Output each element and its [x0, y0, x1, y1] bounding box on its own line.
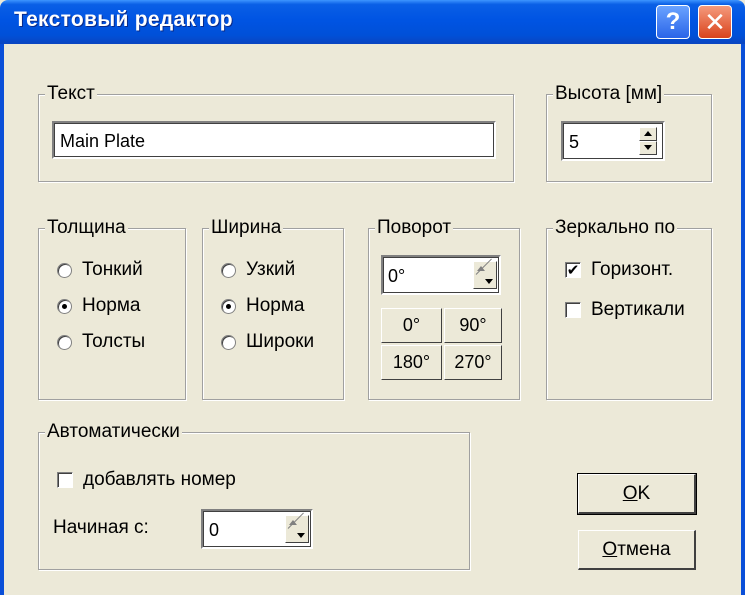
help-button[interactable]: ?	[656, 5, 690, 39]
width-group-legend: Ширина	[209, 217, 284, 239]
rotate-270-button[interactable]: 270°	[444, 345, 502, 380]
cancel-label-rest: тмена	[617, 538, 671, 560]
spin-down-arrow-icon	[297, 533, 305, 538]
radio-button[interactable]	[57, 334, 72, 350]
mirror-horizontal-checkbox[interactable]: ✔ Горизонт.	[565, 259, 673, 281]
mirror-group: Зеркально по ✔ Горизонт. Вертикали	[546, 217, 712, 400]
window-title: Текстовый редактор	[14, 8, 233, 31]
thickness-option-normal[interactable]: Норма	[57, 295, 140, 317]
rotation-group-legend: Поворот	[375, 217, 454, 239]
close-icon: ✕	[704, 6, 726, 37]
height-field-frame	[561, 121, 665, 161]
height-group: Высота [мм]	[546, 83, 712, 182]
cancel-button[interactable]: Отмена	[578, 530, 696, 570]
radio-button[interactable]	[221, 298, 236, 314]
height-group-legend: Высота [мм]	[553, 83, 665, 105]
text-group: Текст	[38, 83, 514, 182]
radio-button[interactable]	[57, 262, 72, 278]
start-from-label: Начиная с:	[53, 517, 149, 538]
option-label: Узкий	[246, 259, 296, 280]
checkbox-empty-icon[interactable]	[565, 302, 581, 318]
width-group: Ширина Узкий Норма Широки	[202, 217, 344, 400]
mirror-vertical-checkbox[interactable]: Вертикали	[565, 299, 685, 321]
cancel-mnemonic: О	[602, 538, 618, 560]
option-label: Широки	[246, 331, 315, 352]
auto-group: Автоматически добавлять номер Начиная с:	[38, 421, 470, 570]
auto-group-legend: Автоматически	[45, 421, 182, 443]
ok-label-rest: K	[637, 482, 651, 504]
option-label: Норма	[246, 295, 305, 316]
title-bar[interactable]: Текстовый редактор ? ✕	[0, 0, 745, 44]
close-button[interactable]: ✕	[698, 5, 732, 39]
rotation-group: Поворот 0° 90° 180° 270°	[368, 217, 520, 400]
height-input[interactable]	[569, 130, 629, 154]
option-label: Горизонт.	[591, 259, 674, 280]
start-from-input[interactable]	[209, 518, 271, 542]
radio-button[interactable]	[221, 334, 236, 350]
checkbox-checked-icon[interactable]: ✔	[565, 262, 581, 278]
height-spin-up-button[interactable]	[639, 127, 657, 141]
thickness-option-thick[interactable]: Толсты	[57, 331, 145, 353]
radio-button[interactable]	[221, 262, 236, 278]
width-option-wide[interactable]: Широки	[221, 331, 314, 353]
window-frame-right	[741, 44, 745, 595]
text-field-frame	[52, 121, 496, 159]
ok-mnemonic: O	[622, 482, 638, 504]
text-editor-dialog: Текстовый редактор ? ✕ Текст Высота [мм]…	[0, 0, 745, 595]
width-option-narrow[interactable]: Узкий	[221, 259, 295, 281]
text-input[interactable]	[60, 129, 490, 153]
spin-down-arrow-icon	[485, 279, 493, 284]
height-spin-down-button[interactable]	[639, 141, 657, 155]
width-option-normal[interactable]: Норма	[221, 295, 304, 317]
option-label: Норма	[82, 295, 141, 316]
rotation-input[interactable]	[388, 264, 468, 288]
thickness-option-thin[interactable]: Тонкий	[57, 259, 143, 281]
window-frame-left	[0, 44, 4, 595]
start-from-field-frame	[201, 509, 313, 549]
help-icon: ?	[665, 8, 681, 35]
radio-button[interactable]	[57, 298, 72, 314]
rotation-spinner[interactable]	[473, 258, 497, 289]
checkbox-empty-icon[interactable]	[57, 472, 73, 488]
height-spinner	[639, 127, 657, 155]
start-from-spinner[interactable]	[285, 512, 309, 543]
add-number-checkbox[interactable]: добавлять номер	[57, 469, 236, 491]
thickness-group-legend: Толщина	[45, 217, 128, 239]
mirror-group-legend: Зеркально по	[553, 217, 678, 239]
rotate-180-button[interactable]: 180°	[381, 345, 442, 380]
rotate-90-button[interactable]: 90°	[444, 308, 502, 343]
option-label: Тонкий	[82, 259, 143, 280]
thickness-group: Толщина Тонкий Норма Толсты	[38, 217, 186, 400]
text-group-legend: Текст	[45, 83, 97, 105]
add-number-label: добавлять номер	[83, 469, 236, 490]
option-label: Толсты	[82, 331, 146, 352]
ok-button[interactable]: OK	[577, 473, 697, 515]
rotation-field-frame	[381, 255, 501, 295]
option-label: Вертикали	[591, 299, 685, 320]
rotate-0-button[interactable]: 0°	[381, 308, 442, 343]
